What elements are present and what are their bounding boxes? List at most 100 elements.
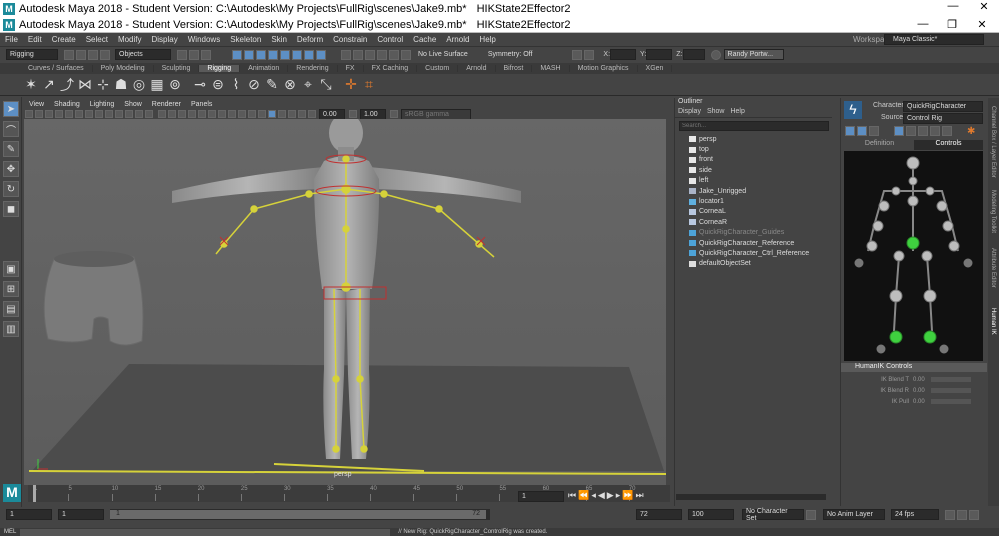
end-time-field[interactable]: 100 — [688, 509, 734, 520]
menu-create[interactable]: Create — [47, 35, 81, 44]
step-back-key-icon[interactable]: ⏪ — [578, 490, 589, 501]
safe-title-icon[interactable] — [145, 110, 153, 118]
use-lights-icon[interactable] — [208, 110, 216, 118]
lattice-icon[interactable]: ▦ — [149, 76, 165, 93]
move-tool-icon[interactable]: ✥ — [3, 161, 19, 177]
menu-file[interactable]: File — [0, 35, 23, 44]
step-forward-key-icon[interactable]: ⏩ — [622, 490, 633, 501]
outliner-item[interactable]: top — [675, 144, 832, 154]
tab-controls[interactable]: Controls — [914, 140, 983, 150]
z-field[interactable] — [682, 49, 705, 60]
undo-icon[interactable] — [88, 49, 98, 60]
ipr-render-icon[interactable] — [584, 49, 595, 60]
wireframe-on-shaded-icon[interactable] — [188, 110, 196, 118]
rotate-tool-icon[interactable]: ↻ — [3, 181, 19, 197]
shelf-tab-xgen[interactable]: XGen — [638, 65, 673, 72]
vp-menu-show[interactable]: Show — [119, 101, 147, 108]
loop-icon[interactable] — [945, 509, 955, 520]
shelf-tab-arnold[interactable]: Arnold — [458, 65, 496, 72]
shelf-tab-rigging[interactable]: Rigging — [199, 65, 241, 72]
symmetry-label[interactable]: Symmetry: Off — [488, 51, 533, 58]
user-dropdown[interactable]: Randy Portw... — [723, 49, 784, 60]
outliner-item[interactable]: CorneaL — [675, 207, 832, 217]
gamma-icon[interactable] — [349, 110, 357, 118]
menu-constrain[interactable]: Constrain — [328, 35, 372, 44]
auto-key-icon[interactable] — [957, 509, 967, 520]
menu-windows[interactable]: Windows — [183, 35, 225, 44]
shelf-tab-curves[interactable]: Curves / Surfaces — [20, 65, 93, 72]
snap-curve-icon[interactable] — [353, 49, 363, 60]
paint-select-icon[interactable]: ✎ — [3, 141, 19, 157]
live-surface-icon[interactable] — [401, 49, 411, 60]
outliner-hscrollbar[interactable] — [676, 494, 826, 500]
field-chart-icon[interactable] — [125, 110, 133, 118]
tab-modeling-toolkit[interactable]: Modeling Toolkit — [990, 190, 996, 233]
xray-active-icon[interactable] — [298, 110, 306, 118]
snap-view-icon[interactable] — [377, 49, 387, 60]
restore-button-secondary[interactable]: ❐ — [937, 18, 967, 31]
close-button-secondary[interactable]: ✕ — [967, 18, 997, 31]
shelf-tab-rendering[interactable]: Rendering — [288, 65, 338, 72]
hik-slider-track[interactable] — [931, 377, 971, 382]
select-component-icon[interactable] — [201, 49, 211, 60]
step-forward-frame-icon[interactable]: ▸ — [616, 490, 621, 501]
go-to-end-icon[interactable]: ⏭ — [635, 490, 643, 501]
anim-layer-dropdown[interactable]: No Anim Layer — [823, 509, 885, 520]
select-render-icon[interactable] — [304, 49, 314, 60]
hik-key-icon[interactable] — [869, 126, 879, 136]
play-back-icon[interactable]: ◀ — [598, 490, 605, 501]
minimize-button-secondary[interactable]: — — [908, 18, 938, 30]
go-to-start-icon[interactable]: ⏮ — [568, 490, 576, 501]
menu-edit[interactable]: Edit — [23, 35, 47, 44]
snap-point-icon[interactable] — [365, 49, 375, 60]
outliner-item[interactable]: left — [675, 176, 832, 186]
outliner-menu-help[interactable]: Help — [727, 108, 747, 117]
sculpt-deformer-icon[interactable]: ⊘ — [246, 76, 262, 93]
workspace-dropdown[interactable]: Maya Classic* — [884, 34, 984, 45]
hik-slider-value[interactable]: 0.00 — [913, 399, 931, 405]
render-icon[interactable] — [572, 49, 583, 60]
menuset-dropdown[interactable]: Rigging — [6, 49, 58, 60]
safe-action-icon[interactable] — [135, 110, 143, 118]
close-button[interactable]: ✕ — [969, 0, 999, 17]
hik-full-body-icon[interactable] — [894, 126, 904, 136]
pole-vector-icon[interactable]: ⤡ — [318, 76, 334, 93]
select-joint-icon[interactable] — [244, 49, 254, 60]
menu-modify[interactable]: Modify — [113, 35, 147, 44]
snap-surface-icon[interactable] — [389, 49, 399, 60]
image-plane-icon[interactable] — [55, 110, 63, 118]
paint-weights-icon[interactable]: ✎ — [264, 76, 280, 93]
soft-mod-icon[interactable]: ⊗ — [282, 76, 298, 93]
character-dropdown[interactable]: QuickRigCharacter — [903, 101, 983, 112]
vp-menu-renderer[interactable]: Renderer — [147, 101, 186, 108]
hik-slider-value[interactable]: 0.00 — [913, 377, 931, 383]
save-scene-icon[interactable] — [76, 49, 86, 60]
outliner-item[interactable]: Jake_Unrigged — [675, 186, 832, 196]
menu-help[interactable]: Help — [474, 35, 500, 44]
point-constraint-icon[interactable]: ✛ — [343, 76, 359, 93]
camera-select-icon[interactable] — [25, 110, 33, 118]
playback-end-field[interactable]: 72 — [636, 509, 682, 520]
select-handle-icon[interactable] — [232, 49, 242, 60]
tab-definition[interactable]: Definition — [845, 140, 914, 150]
menu-control[interactable]: Control — [372, 35, 408, 44]
select-surface-icon[interactable] — [268, 49, 278, 60]
hik-selection-icon[interactable] — [918, 126, 928, 136]
select-tool-icon[interactable]: ➤ — [3, 101, 19, 117]
outliner-item[interactable]: QuickRigCharacter_Ctrl_Reference — [675, 248, 832, 258]
exposure-icon[interactable] — [308, 110, 316, 118]
humanik-icon[interactable]: ◎ — [131, 76, 147, 93]
play-forward-icon[interactable]: ▶ — [607, 490, 614, 501]
menu-cache[interactable]: Cache — [408, 35, 441, 44]
grid-icon[interactable] — [85, 110, 93, 118]
select-object-icon[interactable] — [189, 49, 199, 60]
wrap-deformer-icon[interactable]: ⌖ — [300, 76, 316, 93]
range-slider[interactable]: 1 72 — [110, 509, 490, 520]
outliner-item[interactable]: QuickRigCharacter_Reference — [675, 238, 832, 248]
depth-of-field-icon[interactable] — [258, 110, 266, 118]
vp-menu-view[interactable]: View — [24, 101, 49, 108]
outliner-item[interactable]: front — [675, 155, 832, 165]
wire-deformer-icon[interactable]: ⌇ — [228, 76, 244, 93]
fps-dropdown[interactable]: 24 fps — [891, 509, 939, 520]
shelf-tab-fx[interactable]: FX — [338, 65, 364, 72]
